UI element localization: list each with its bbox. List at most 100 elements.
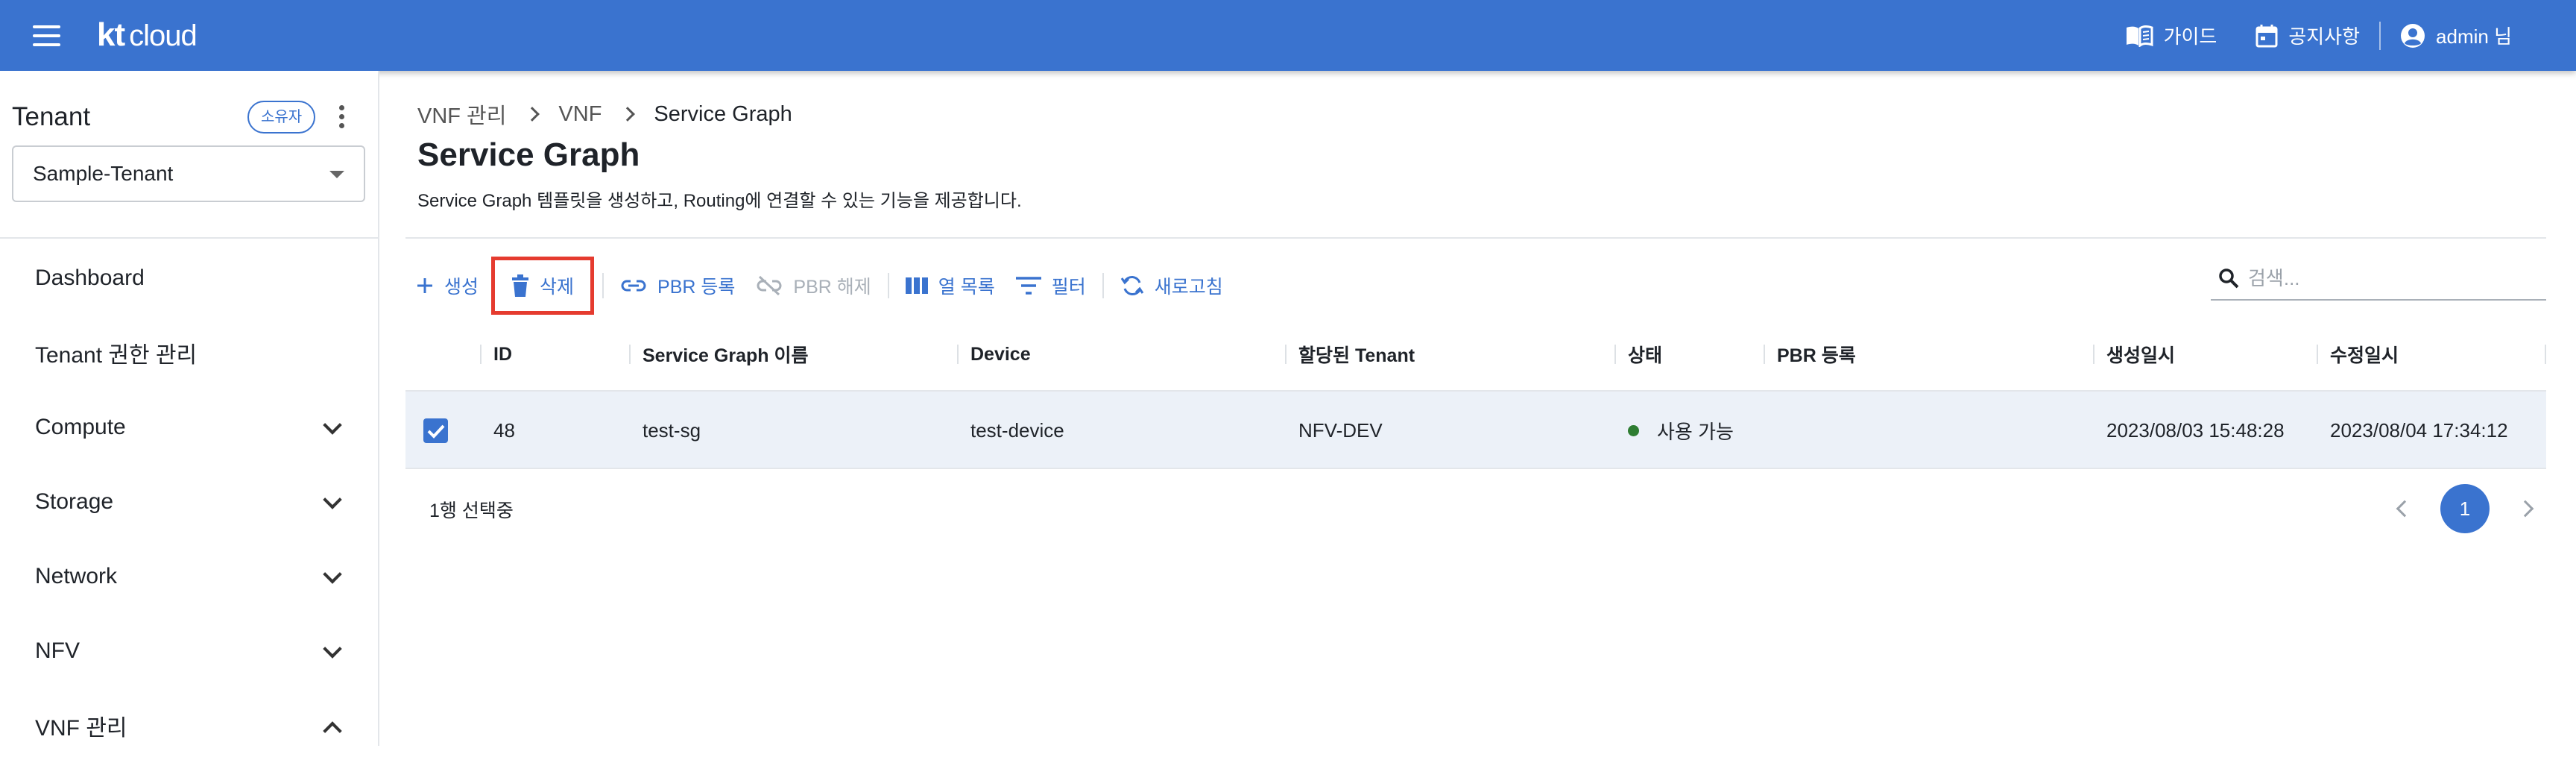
pbr-release-label: PBR 해제 bbox=[793, 277, 871, 298]
chevron-right-icon[interactable] bbox=[2516, 500, 2534, 518]
cell-modified: 2023/08/04 17:34:12 bbox=[2330, 418, 2508, 442]
toolbar-divider bbox=[1102, 273, 1104, 298]
logo-kt: kt bbox=[97, 16, 125, 53]
filter-icon bbox=[1015, 277, 1041, 295]
notice-label: 공지사항 bbox=[2288, 25, 2361, 48]
link-off-icon bbox=[757, 275, 782, 296]
sidebar-item-storage[interactable]: Storage bbox=[0, 465, 378, 539]
top-app-bar: kt cloud 가이드 공지사항 admin 님 bbox=[0, 0, 2576, 71]
columns-label: 열 목록 bbox=[938, 277, 995, 298]
kt-cloud-logo[interactable]: kt cloud bbox=[97, 16, 198, 54]
status-dot-icon bbox=[1628, 424, 1639, 436]
guide-link[interactable]: 가이드 bbox=[2106, 22, 2237, 49]
column-header-status[interactable]: 상태 bbox=[1614, 317, 1662, 392]
column-header-device[interactable]: Device bbox=[957, 317, 1031, 392]
sidebar: Tenant 소유자 Sample-Tenant Dashboard Tenan… bbox=[0, 71, 379, 746]
chevron-left-icon[interactable] bbox=[2396, 500, 2414, 518]
breadcrumb-vnf-management[interactable]: VNF 관리 bbox=[417, 98, 506, 130]
sidebar-item-tenant-permissions[interactable]: Tenant 권한 관리 bbox=[0, 315, 378, 390]
sidebar-item-nfv[interactable]: NFV bbox=[0, 614, 378, 688]
book-icon bbox=[2126, 25, 2153, 47]
breadcrumb: VNF 관리 VNF Service Graph bbox=[417, 98, 792, 130]
tenant-select[interactable]: Sample-Tenant bbox=[12, 145, 365, 202]
pbr-register-label: PBR 등록 bbox=[657, 277, 736, 298]
column-header-edge bbox=[2545, 317, 2558, 392]
link-icon bbox=[621, 280, 646, 292]
menu-icon[interactable] bbox=[33, 25, 60, 46]
table-header: ID Service Graph 이름 Device 할당된 Tenant 상태… bbox=[405, 317, 2546, 392]
page-title: Service Graph bbox=[417, 136, 640, 173]
tenant-title: Tenant bbox=[12, 102, 91, 131]
sidebar-item-label: Tenant 권한 관리 bbox=[35, 343, 198, 368]
column-header-name[interactable]: Service Graph 이름 bbox=[629, 317, 808, 392]
sidebar-item-label: VNF 관리 bbox=[35, 716, 127, 741]
search-box bbox=[2211, 257, 2546, 301]
delete-label: 삭제 bbox=[540, 277, 575, 298]
delete-button[interactable]: 삭제 bbox=[491, 257, 595, 315]
content-divider bbox=[405, 237, 2546, 239]
check-icon bbox=[427, 424, 445, 439]
notice-link[interactable]: 공지사항 bbox=[2236, 22, 2379, 49]
status-label: 사용 가능 bbox=[1657, 420, 1734, 443]
breadcrumb-vnf[interactable]: VNF bbox=[558, 102, 602, 127]
plus-icon bbox=[417, 278, 432, 293]
breadcrumb-service-graph: Service Graph bbox=[654, 101, 792, 126]
cell-device: test-device bbox=[970, 418, 1064, 442]
service-graph-table: ID Service Graph 이름 Device 할당된 Tenant 상태… bbox=[405, 317, 2546, 548]
refresh-label: 새로고침 bbox=[1154, 277, 1223, 298]
table-row[interactable]: 48 test-sg test-device NFV-DEV 사용 가능 202… bbox=[405, 392, 2546, 469]
cell-pbr bbox=[1764, 392, 1777, 469]
calendar-icon bbox=[2255, 24, 2278, 47]
sidebar-item-label: NFV bbox=[35, 638, 80, 663]
chevron-down-icon bbox=[323, 565, 342, 584]
create-button[interactable]: 생성 bbox=[405, 259, 489, 313]
column-header-tenant[interactable]: 할당된 Tenant bbox=[1285, 317, 1415, 392]
create-label: 생성 bbox=[444, 277, 479, 298]
chevron-right-icon bbox=[525, 107, 540, 122]
cell-name: test-sg bbox=[643, 418, 701, 442]
row-checkbox[interactable] bbox=[423, 418, 448, 443]
sidebar-divider bbox=[0, 237, 378, 239]
selection-count: 1행 선택중 bbox=[429, 500, 514, 521]
sidebar-item-network[interactable]: Network bbox=[0, 539, 378, 614]
sidebar-item-label: Compute bbox=[35, 415, 126, 439]
filter-label: 필터 bbox=[1051, 277, 1086, 298]
account-circle-icon bbox=[2401, 23, 2425, 48]
dropdown-caret-icon bbox=[329, 171, 344, 178]
cell-created: 2023/08/03 15:48:28 bbox=[2106, 418, 2285, 442]
owner-badge: 소유자 bbox=[247, 101, 316, 134]
user-menu[interactable]: admin 님 bbox=[2381, 22, 2531, 49]
page-button-current[interactable]: 1 bbox=[2440, 484, 2490, 533]
table-footer: 1행 선택중 1 bbox=[405, 469, 2546, 548]
table-toolbar: 생성 삭제 PBR 등록 PBR 해제 열 목록 필터 새로고침 bbox=[405, 257, 1234, 315]
column-header-id[interactable]: ID bbox=[480, 317, 512, 392]
filter-button[interactable]: 필터 bbox=[1006, 259, 1096, 313]
sync-icon bbox=[1120, 276, 1143, 295]
more-vert-icon[interactable] bbox=[332, 105, 350, 131]
pbr-register-button[interactable]: PBR 등록 bbox=[610, 259, 745, 313]
search-input[interactable] bbox=[2248, 266, 2531, 290]
pbr-release-button[interactable]: PBR 해제 bbox=[745, 259, 881, 313]
cell-status: 사용 가능 bbox=[1614, 392, 1734, 469]
chevron-right-icon bbox=[620, 107, 636, 122]
sidebar-item-vnf-management[interactable]: VNF 관리 bbox=[0, 688, 378, 763]
refresh-button[interactable]: 새로고침 bbox=[1110, 259, 1234, 313]
cell-id: 48 bbox=[493, 418, 515, 442]
logo-cloud: cloud bbox=[129, 19, 198, 52]
chevron-down-icon bbox=[323, 639, 342, 659]
sidebar-item-label: Network bbox=[35, 564, 118, 588]
column-header-created[interactable]: 생성일시 bbox=[2093, 317, 2175, 392]
toolbar-divider bbox=[602, 273, 604, 298]
sidebar-item-dashboard[interactable]: Dashboard bbox=[0, 241, 378, 315]
guide-label: 가이드 bbox=[2163, 25, 2217, 48]
sidebar-item-compute[interactable]: Compute bbox=[0, 390, 378, 465]
columns-button[interactable]: 열 목록 bbox=[895, 259, 1006, 313]
column-header-pbr[interactable]: PBR 등록 bbox=[1764, 317, 1856, 392]
column-header-modified[interactable]: 수정일시 bbox=[2317, 317, 2399, 392]
cell-tenant: NFV-DEV bbox=[1298, 418, 1383, 442]
chevron-up-icon bbox=[323, 721, 342, 741]
chevron-down-icon bbox=[323, 415, 342, 435]
page-description: Service Graph 템플릿을 생성하고, Routing에 연결할 수 … bbox=[417, 191, 1022, 211]
header-actions: 가이드 공지사항 admin 님 bbox=[2106, 0, 2531, 71]
search-icon bbox=[2219, 269, 2239, 289]
